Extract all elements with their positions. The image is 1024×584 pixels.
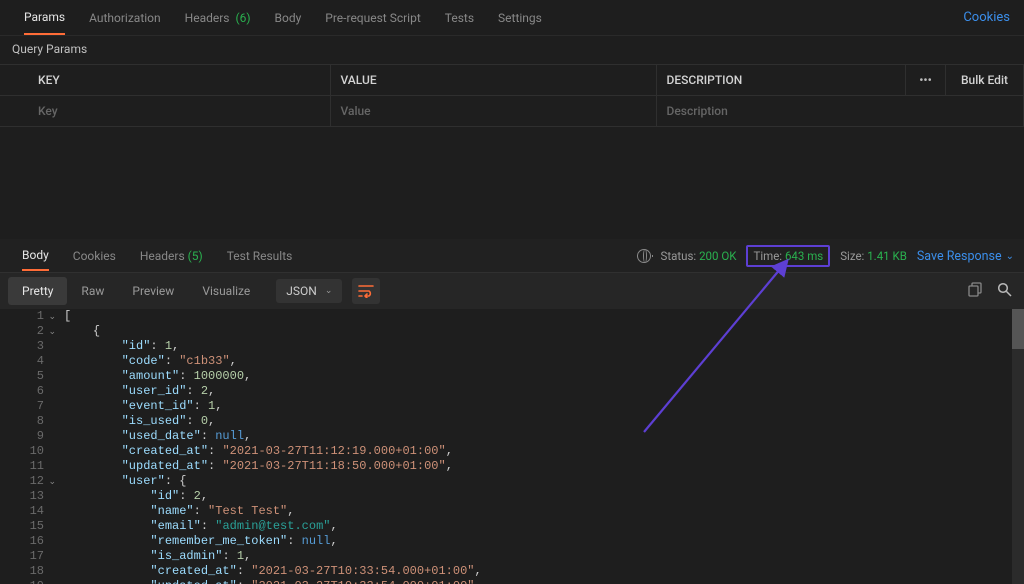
- tab-pre-request[interactable]: Pre-request Script: [313, 2, 432, 34]
- code-line: "created_at": "2021-03-27T10:33:54.000+0…: [64, 564, 482, 579]
- tab-authorization[interactable]: Authorization: [77, 2, 173, 34]
- chevron-down-icon: ⌄: [325, 286, 333, 296]
- col-value: VALUE: [330, 65, 656, 96]
- tab-settings[interactable]: Settings: [486, 2, 554, 34]
- chevron-down-icon: ⌄: [1006, 251, 1014, 262]
- code-line: "updated_at": "2021-03-27T11:18:50.000+0…: [64, 459, 482, 474]
- resp-tab-tests[interactable]: Test Results: [215, 241, 305, 271]
- request-tabs: Params Authorization Headers (6) Body Pr…: [0, 0, 1024, 36]
- code-line: "id": 2,: [64, 489, 482, 504]
- code-line: "is_admin": 1,: [64, 549, 482, 564]
- view-mode-group: Pretty Raw Preview Visualize: [8, 277, 264, 305]
- col-description: DESCRIPTION: [656, 65, 906, 96]
- code-line: "updated_at": "2021-03-27T10:33:54.000+0…: [64, 579, 482, 584]
- resp-tab-headers-label: Headers: [140, 249, 185, 263]
- tab-body[interactable]: Body: [263, 2, 314, 34]
- size-meta: Size: 1.41 KB: [840, 249, 907, 263]
- tab-params[interactable]: Params: [12, 1, 77, 35]
- status-meta: Status: 200 OK: [661, 249, 737, 263]
- code-line: "event_id": 1,: [64, 399, 482, 414]
- code-line: "remember_me_token": null,: [64, 534, 482, 549]
- search-icon[interactable]: [997, 282, 1012, 301]
- view-preview[interactable]: Preview: [118, 277, 188, 305]
- copy-icon[interactable]: [968, 282, 983, 301]
- fold-toggle[interactable]: ⌄: [48, 475, 56, 490]
- param-key-input[interactable]: Key: [0, 96, 330, 127]
- response-editor[interactable]: 1⌄2⌄3456789101112⌄1314151617181920 [ { "…: [0, 309, 1024, 584]
- code-line: {: [64, 324, 482, 339]
- format-select[interactable]: JSON ⌄: [276, 279, 342, 303]
- fold-toggle[interactable]: ⌄: [48, 325, 56, 340]
- size-value: 1.41 KB: [867, 249, 907, 263]
- col-key: KEY: [0, 65, 330, 96]
- code-line: "code": "c1b33",: [64, 354, 482, 369]
- line-gutter: 1⌄2⌄3456789101112⌄1314151617181920: [0, 309, 48, 584]
- resp-tab-headers[interactable]: Headers (5): [128, 241, 215, 271]
- tab-headers-count: (6): [235, 11, 250, 25]
- scrollbar[interactable]: [1012, 309, 1024, 584]
- save-response-button[interactable]: Save Response⌄: [917, 249, 1014, 264]
- scrollbar-thumb[interactable]: [1012, 309, 1024, 349]
- resp-tab-cookies[interactable]: Cookies: [61, 241, 128, 271]
- resp-tab-headers-count: (5): [188, 249, 203, 263]
- cookies-link[interactable]: Cookies: [963, 0, 1010, 36]
- param-description-input[interactable]: Description: [656, 96, 1024, 127]
- view-pretty[interactable]: Pretty: [8, 277, 67, 305]
- code-line: "used_date": null,: [64, 429, 482, 444]
- response-tabs: Body Cookies Headers (5) Test Results St…: [0, 239, 1024, 273]
- tab-tests[interactable]: Tests: [433, 2, 486, 34]
- code-line: "created_at": "2021-03-27T11:12:19.000+0…: [64, 444, 482, 459]
- query-params-label: Query Params: [0, 36, 1024, 64]
- spacer: [0, 127, 1024, 239]
- code-content[interactable]: [ { "id": 1, "code": "c1b33", "amount": …: [48, 309, 482, 584]
- code-line: "email": "admin@test.com",: [64, 519, 482, 534]
- format-select-label: JSON: [286, 284, 317, 298]
- col-actions[interactable]: •••: [906, 65, 946, 96]
- code-line: "user_id": 2,: [64, 384, 482, 399]
- code-line: "id": 1,: [64, 339, 482, 354]
- resp-tab-body[interactable]: Body: [10, 240, 61, 272]
- status-value: 200 OK: [699, 249, 736, 263]
- param-value-input[interactable]: Value: [330, 96, 656, 127]
- wrap-icon: [358, 284, 374, 298]
- view-raw[interactable]: Raw: [67, 277, 118, 305]
- network-icon[interactable]: [637, 249, 651, 263]
- wrap-lines-button[interactable]: [352, 278, 380, 304]
- time-value: 643 ms: [785, 249, 823, 263]
- tab-headers-label: Headers: [185, 11, 230, 25]
- code-line: "name": "Test Test",: [64, 504, 482, 519]
- code-line: "user": {: [64, 474, 482, 489]
- time-meta: Time: 643 ms: [746, 245, 830, 267]
- params-table: KEY VALUE DESCRIPTION ••• Bulk Edit Key …: [0, 64, 1024, 127]
- tab-headers[interactable]: Headers (6): [173, 2, 263, 34]
- fold-toggle[interactable]: ⌄: [48, 310, 56, 325]
- code-line: [: [64, 309, 482, 324]
- code-line: "is_used": 0,: [64, 414, 482, 429]
- bulk-edit-button[interactable]: Bulk Edit: [946, 65, 1024, 96]
- view-visualize[interactable]: Visualize: [188, 277, 264, 305]
- code-line: "amount": 1000000,: [64, 369, 482, 384]
- response-view-bar: Pretty Raw Preview Visualize JSON ⌄: [0, 273, 1024, 309]
- param-row[interactable]: Key Value Description: [0, 96, 1024, 127]
